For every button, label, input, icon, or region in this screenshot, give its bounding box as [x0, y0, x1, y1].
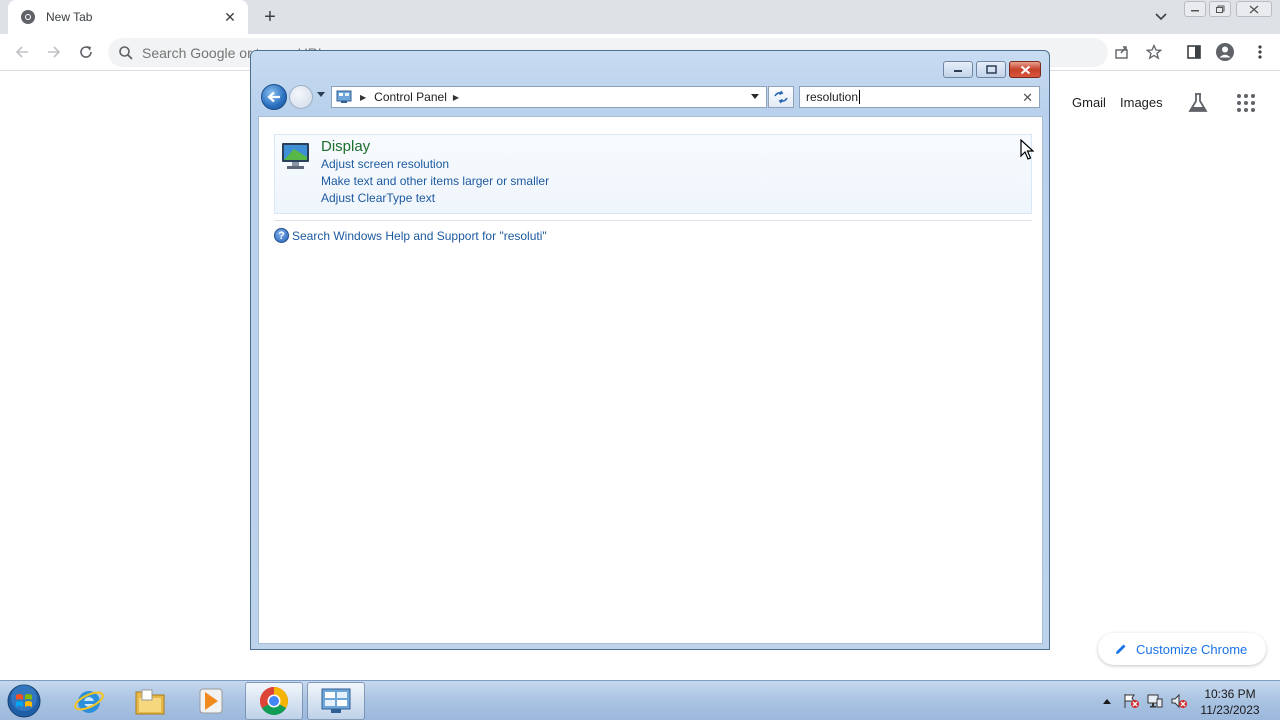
customize-chrome-label: Customize Chrome [1136, 641, 1248, 657]
cp-search-input[interactable]: resolution [806, 90, 861, 104]
search-clear-icon[interactable]: ✕ [1022, 90, 1033, 106]
maximize-icon [985, 65, 997, 74]
chrome-menu-button[interactable] [1250, 42, 1270, 62]
bookmark-button[interactable] [1144, 42, 1164, 62]
search-icon [119, 46, 133, 60]
back-icon [267, 91, 280, 103]
customize-chrome-button[interactable]: Customize Chrome [1098, 633, 1266, 665]
minimize-icon [1191, 10, 1199, 12]
cp-forward-button[interactable] [289, 85, 313, 109]
internet-explorer-icon [74, 691, 104, 713]
close-icon [1020, 65, 1030, 74]
images-link[interactable]: Images [1120, 95, 1163, 110]
google-apps-icon[interactable] [1236, 93, 1256, 113]
taskbar-media-player[interactable] [182, 682, 240, 720]
taskbar-file-explorer[interactable] [121, 682, 179, 720]
link-cleartype[interactable]: Adjust ClearType text [321, 191, 435, 205]
chrome-favicon-icon [21, 10, 35, 24]
close-icon [1249, 5, 1259, 13]
cp-back-button[interactable] [261, 84, 287, 110]
taskbar-chrome[interactable] [245, 682, 303, 720]
taskbar-internet-explorer[interactable] [60, 682, 118, 720]
labs-flask-icon[interactable] [1187, 92, 1209, 114]
taskbar-clock[interactable]: 10:36 PM 11/23/2023 [1196, 686, 1264, 718]
chrome-icon [260, 687, 288, 715]
mouse-cursor-icon [1020, 139, 1034, 160]
result-divider [274, 220, 1032, 221]
minimize-icon [954, 69, 962, 72]
control-panel-small-icon [336, 90, 352, 103]
action-center-tray[interactable] [1123, 693, 1139, 709]
volume-tray[interactable] [1171, 693, 1187, 709]
profile-button[interactable] [1215, 42, 1235, 62]
result-title-display[interactable]: Display [321, 138, 370, 155]
action-center-flag-icon [1124, 694, 1139, 708]
link-text-size[interactable]: Make text and other items larger or smal… [321, 174, 549, 188]
kebab-menu-icon [1258, 45, 1262, 59]
forward-arrow-icon [48, 46, 61, 58]
cp-search-box[interactable]: resolution ✕ [799, 86, 1040, 108]
recent-pages-chevron-icon[interactable] [316, 91, 326, 99]
breadcrumb-separator-icon: ▶ [360, 92, 367, 102]
breadcrumb-control-panel[interactable]: Control Panel [374, 90, 447, 104]
refresh-icon [774, 90, 788, 104]
help-icon: ? [274, 228, 289, 243]
tab-search-chevron-icon[interactable] [1152, 9, 1170, 25]
cp-maximize-button[interactable] [976, 61, 1006, 78]
tab-close-icon[interactable]: ✕ [222, 9, 238, 25]
cp-address-bar[interactable]: ▶ Control Panel ▶ [331, 86, 767, 108]
network-tray[interactable] [1147, 693, 1163, 709]
show-hidden-icons-button[interactable] [1099, 693, 1115, 709]
taskbar-control-panel[interactable] [307, 682, 365, 720]
gmail-link[interactable]: Gmail [1072, 95, 1106, 110]
clock-date: 11/23/2023 [1200, 703, 1260, 717]
share-icon [1115, 46, 1128, 59]
new-tab-button[interactable]: + [258, 5, 282, 29]
chevron-up-icon [1103, 699, 1111, 704]
address-dropdown-icon[interactable] [750, 93, 760, 101]
control-panel-icon [321, 688, 351, 713]
pencil-icon [1116, 644, 1126, 654]
volume-muted-icon [1171, 693, 1187, 709]
forward-button[interactable] [44, 42, 64, 62]
link-adjust-resolution[interactable]: Adjust screen resolution [321, 157, 449, 171]
chrome-close-button[interactable] [1236, 1, 1272, 17]
cp-content-pane: Display Adjust screen resolution Make te… [258, 116, 1043, 644]
tab-new-tab[interactable]: New Tab ✕ [8, 0, 248, 34]
profile-avatar-icon [1216, 43, 1234, 61]
cp-close-button[interactable] [1009, 61, 1041, 78]
share-button[interactable] [1112, 42, 1132, 62]
restore-icon [1216, 5, 1225, 13]
help-search-link[interactable]: ? Search Windows Help and Support for "r… [274, 228, 547, 243]
chrome-tab-strip: New Tab ✕ + [0, 0, 1280, 34]
reload-button[interactable] [76, 42, 96, 62]
chrome-minimize-button[interactable] [1184, 1, 1206, 17]
clock-time: 10:36 PM [1204, 687, 1256, 701]
chrome-restore-button[interactable] [1209, 1, 1231, 17]
network-icon [1147, 694, 1163, 708]
result-display: Display Adjust screen resolution Make te… [274, 134, 1032, 214]
file-explorer-icon [135, 689, 165, 715]
back-button[interactable] [12, 42, 32, 62]
media-player-icon [199, 688, 223, 714]
taskbar: 10:36 PM 11/23/2023 [0, 680, 1280, 720]
control-panel-window: ▶ Control Panel ▶ resolution ✕ Display A… [250, 50, 1050, 650]
back-arrow-icon [15, 46, 28, 58]
tab-title: New Tab [46, 10, 93, 24]
reload-icon [80, 46, 92, 58]
star-icon [1146, 44, 1162, 60]
display-icon [282, 143, 309, 169]
cp-minimize-button[interactable] [943, 61, 973, 78]
help-search-label: Search Windows Help and Support for "res… [292, 228, 547, 243]
start-orb-icon [7, 684, 41, 718]
start-button[interactable] [4, 682, 44, 720]
cp-refresh-button[interactable] [768, 86, 794, 108]
side-panel-icon [1187, 45, 1201, 59]
side-panel-button[interactable] [1184, 42, 1204, 62]
breadcrumb-chevron-icon[interactable]: ▶ [453, 93, 459, 102]
